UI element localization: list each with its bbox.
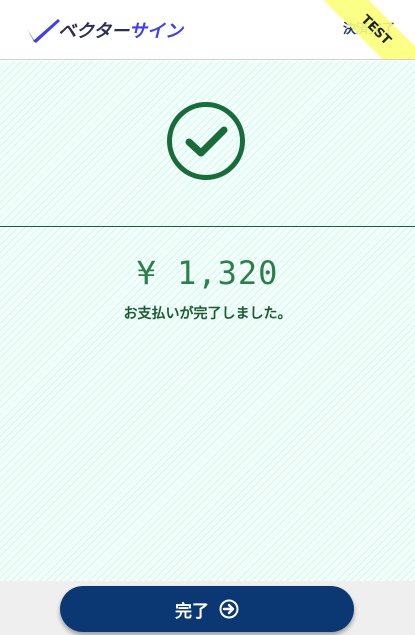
done-button[interactable]: 完了	[60, 586, 354, 632]
circle-arrow-right-icon	[219, 599, 239, 619]
vector-sign-logo: ベクターサイン	[24, 14, 183, 46]
payment-complete-panel: ¥ 1,320 お支払いが完了しました。	[0, 61, 415, 581]
payment-complete-message: お支払いが完了しました。	[123, 306, 292, 322]
done-button-label: 完了	[175, 601, 209, 622]
payment-amount: ¥ 1,320	[136, 254, 279, 292]
test-ribbon: TEST	[311, 0, 415, 59]
circle-check-icon	[167, 102, 245, 180]
logo-check-icon	[27, 19, 60, 43]
logo-text-sign: サイン	[128, 21, 183, 42]
header: ベクターサイン 決済完了 TEST	[0, 0, 415, 60]
footer-bar: 完了	[0, 581, 415, 635]
divider	[0, 226, 415, 227]
logo-text-vector: ベクター	[58, 21, 129, 42]
